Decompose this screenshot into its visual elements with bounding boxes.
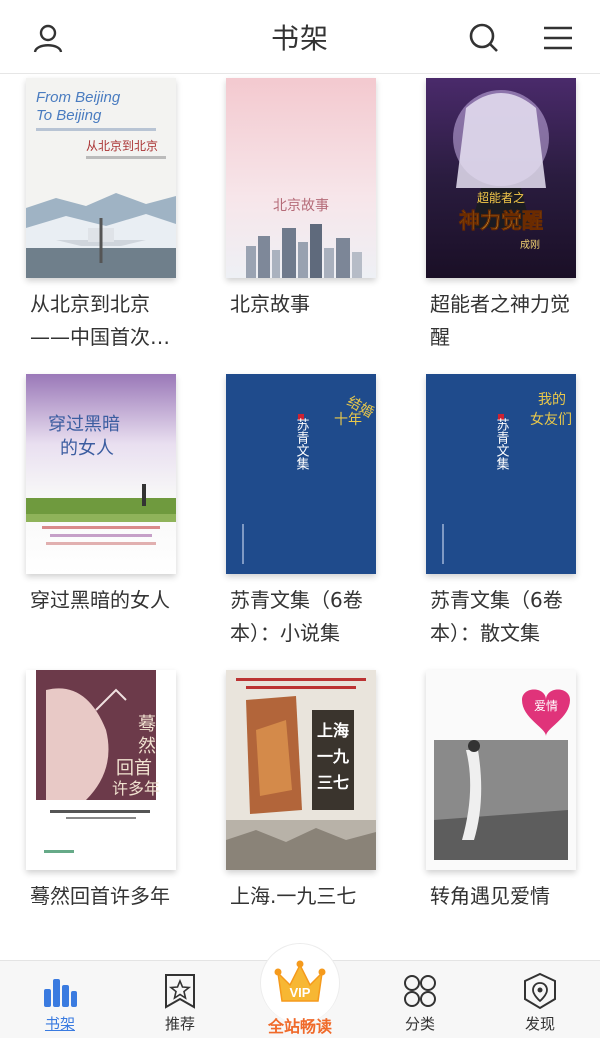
tab-vip-label[interactable]: 全站畅读 (240, 1013, 360, 1037)
user-icon[interactable] (28, 18, 68, 58)
book-cover[interactable]: 结婚 十年 苏青文集 (226, 374, 376, 574)
page-title: 书架 (270, 21, 329, 55)
svg-text:然: 然 (138, 736, 156, 757)
svg-text:回首: 回首 (116, 758, 152, 779)
svg-text:爱情: 爱情 (534, 699, 558, 713)
svg-text:我的: 我的 (538, 392, 566, 408)
svg-text:超能者之: 超能者之 (477, 190, 525, 205)
tab-recommend[interactable]: 推荐 (120, 961, 240, 1038)
discover-icon (520, 971, 560, 1011)
bookshelf-grid: From Beijing To Beijing 从北京到北京 从北京到北京——中… (0, 74, 600, 960)
tab-label: 推荐 (164, 1015, 195, 1033)
bottom-nav: 书架 推荐 VIP 全站畅读 分类 发现 (0, 943, 600, 1038)
svg-text:苏青文集: 苏青文集 (494, 417, 510, 470)
book-cover[interactable]: From Beijing To Beijing 从北京到北京 (26, 78, 176, 278)
tab-label: 发现 (524, 1015, 555, 1033)
svg-text:从北京到北京: 从北京到北京 (86, 139, 158, 153)
tab-label: 分类 (404, 1015, 435, 1033)
book-cover[interactable]: 穿过黑暗 的女人 (26, 374, 176, 574)
svg-text:十年: 十年 (334, 412, 362, 428)
svg-text:北京故事: 北京故事 (273, 198, 329, 214)
book-cover[interactable]: 我的 女友们 苏青文集 (426, 374, 576, 574)
search-icon[interactable] (464, 18, 504, 58)
category-icon (400, 971, 440, 1011)
book-title: 北京故事 (230, 292, 310, 316)
tab-discover[interactable]: 发现 (480, 961, 600, 1038)
book-title: 苏青文集（6卷本）：散文集 (430, 588, 563, 645)
tab-bookshelf[interactable]: 书架 (0, 961, 120, 1038)
svg-text:的女人: 的女人 (60, 438, 114, 459)
svg-text:许多年: 许多年 (112, 779, 160, 798)
book-title: 转角遇见爱情 (430, 884, 550, 908)
svg-text:成刚: 成刚 (520, 239, 540, 251)
book-cover[interactable]: 上海 一九 三七 (226, 670, 376, 870)
svg-text:神力觉醒: 神力觉醒 (459, 209, 543, 233)
book-cover[interactable]: 蓦 然 回首 许多年 (26, 670, 176, 870)
menu-icon[interactable] (538, 18, 578, 58)
bookshelf-icon (40, 971, 80, 1011)
svg-text:一九: 一九 (317, 747, 349, 766)
book-cover[interactable]: 爱情 (426, 670, 576, 870)
svg-text:To Beijing: To Beijing (36, 107, 102, 124)
svg-text:三七: 三七 (317, 773, 349, 792)
star-bookmark-icon (160, 971, 200, 1011)
book-cover[interactable]: 北京故事 (226, 78, 376, 278)
svg-text:蓦: 蓦 (138, 714, 156, 735)
book-title: 蓦然回首许多年 (30, 884, 170, 908)
vip-badge-text: VIP (290, 985, 311, 1000)
svg-text:From Beijing: From Beijing (36, 89, 121, 106)
top-bar: 书架 (0, 0, 600, 74)
book-title: 苏青文集（6卷本）：小说集 (230, 588, 363, 645)
svg-text:苏青文集: 苏青文集 (294, 417, 310, 470)
book-title: 上海.一九三七 (230, 884, 357, 908)
vip-crown-icon[interactable]: VIP (270, 953, 330, 1013)
book-title: 穿过黑暗的女人 (30, 588, 170, 612)
svg-text:女友们: 女友们 (530, 411, 572, 428)
book-cover[interactable]: 超能者之 神力觉醒 成刚 (426, 78, 576, 278)
tab-category[interactable]: 分类 (360, 961, 480, 1038)
book-title: 超能者之神力觉醒 (430, 292, 570, 349)
tab-label: 书架 (44, 1015, 75, 1033)
svg-text:穿过黑暗: 穿过黑暗 (48, 414, 120, 435)
book-title: 从北京到北京——中国首次环球飞行纪实 (30, 292, 170, 349)
svg-text:上海: 上海 (317, 721, 349, 740)
